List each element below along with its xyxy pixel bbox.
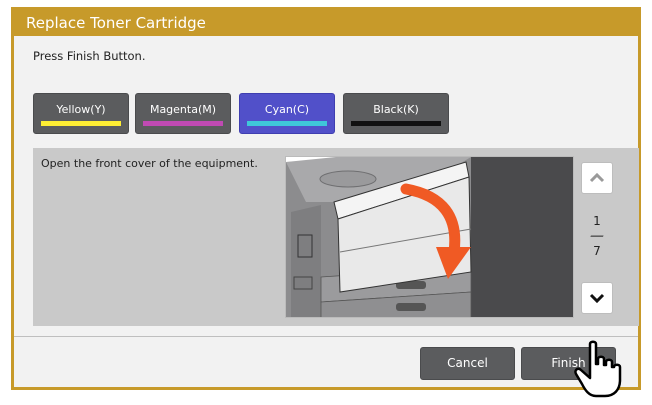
footer-divider — [14, 336, 638, 337]
toner-magenta-button[interactable]: Magenta(M) — [135, 93, 231, 134]
guide-instruction-text: Open the front cover of the equipment. — [41, 157, 258, 170]
chevron-up-icon — [589, 173, 605, 183]
page-indicator: 1 — 7 — [581, 214, 613, 258]
finish-button[interactable]: Finish — [521, 347, 616, 380]
toner-cyan-label: Cyan(C) — [264, 103, 310, 116]
printer-front-cover-image — [286, 157, 573, 317]
instruction-text: Press Finish Button. — [33, 49, 146, 63]
page-total: 7 — [593, 244, 601, 258]
dialog-title: Replace Toner Cartridge — [14, 10, 638, 36]
page-slash: — — [585, 228, 609, 244]
toner-magenta-label: Magenta(M) — [149, 103, 217, 116]
magenta-color-bar — [143, 121, 223, 126]
yellow-color-bar — [41, 121, 121, 126]
toner-yellow-button[interactable]: Yellow(Y) — [33, 93, 129, 134]
toner-yellow-label: Yellow(Y) — [56, 103, 106, 116]
front-cover-illustration — [285, 156, 574, 318]
replace-toner-dialog: Replace Toner Cartridge Press Finish But… — [11, 7, 641, 390]
cyan-color-bar — [247, 121, 327, 126]
scroll-up-button[interactable] — [581, 162, 613, 194]
dialog-content: Press Finish Button. Yellow(Y) Magenta(M… — [14, 36, 639, 387]
toner-black-button[interactable]: Black(K) — [343, 93, 449, 134]
cancel-button[interactable]: Cancel — [420, 347, 515, 380]
page-current: 1 — [593, 214, 601, 228]
black-color-bar — [351, 121, 441, 126]
chevron-down-icon — [589, 293, 605, 303]
toner-black-label: Black(K) — [373, 103, 419, 116]
scroll-down-button[interactable] — [581, 282, 613, 314]
toner-cyan-button[interactable]: Cyan(C) — [239, 93, 335, 134]
guide-panel: Open the front cover of the equipment. 1… — [33, 148, 639, 326]
